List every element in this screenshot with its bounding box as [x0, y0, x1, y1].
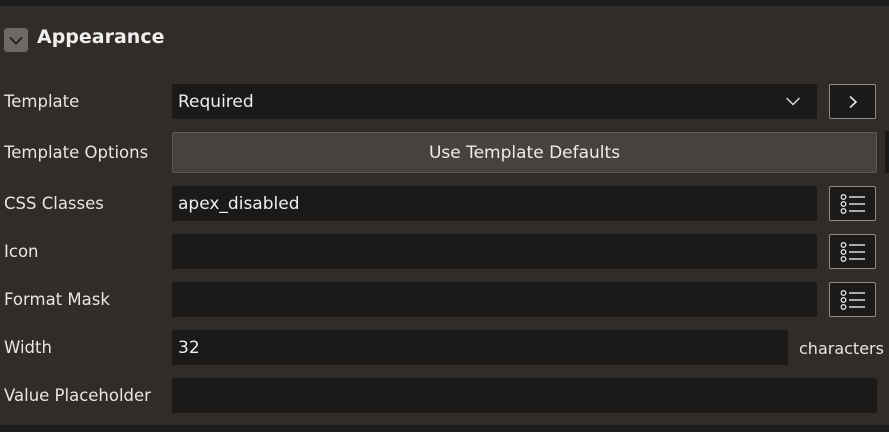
section-title: Appearance [37, 26, 165, 48]
right-edge-divider [885, 131, 889, 173]
template-select[interactable]: Required [172, 84, 817, 119]
use-template-defaults-button[interactable]: Use Template Defaults [172, 132, 877, 173]
list-icon [840, 193, 865, 214]
template-options-row: Template Options Use Template Defaults [0, 132, 889, 173]
template-open-button[interactable] [829, 84, 876, 119]
list-icon [840, 289, 865, 310]
format-mask-label: Format Mask [4, 290, 110, 309]
chevron-down-icon [9, 36, 23, 45]
list-icon [840, 241, 865, 262]
format-mask-row: Format Mask [0, 282, 889, 317]
width-suffix: characters [799, 339, 884, 358]
value-placeholder-label: Value Placeholder [4, 386, 151, 405]
chevron-down-icon [785, 97, 801, 106]
icon-list-button[interactable] [829, 234, 876, 269]
value-placeholder-input[interactable] [172, 378, 877, 413]
chevron-right-icon [848, 95, 857, 108]
value-placeholder-row: Value Placeholder [0, 378, 889, 413]
css-classes-input[interactable]: apex_disabled [172, 186, 817, 221]
template-row: Template Required [0, 84, 889, 119]
top-divider [0, 0, 889, 6]
template-select-value: Required [178, 91, 254, 112]
width-label: Width [4, 338, 52, 357]
template-label: Template [4, 92, 80, 111]
width-input[interactable]: 32 [172, 330, 788, 365]
bottom-divider [0, 425, 889, 432]
template-options-label: Template Options [4, 143, 149, 162]
css-classes-row: CSS Classes apex_disabled [0, 186, 889, 221]
format-mask-list-button[interactable] [829, 282, 876, 317]
icon-label: Icon [4, 242, 39, 261]
format-mask-input[interactable] [172, 282, 817, 317]
section-collapse-toggle[interactable] [4, 28, 28, 52]
icon-row: Icon [0, 234, 889, 269]
icon-input[interactable] [172, 234, 817, 269]
css-classes-label: CSS Classes [4, 194, 104, 213]
width-row: Width 32 characters [0, 330, 889, 365]
css-classes-list-button[interactable] [829, 186, 876, 221]
